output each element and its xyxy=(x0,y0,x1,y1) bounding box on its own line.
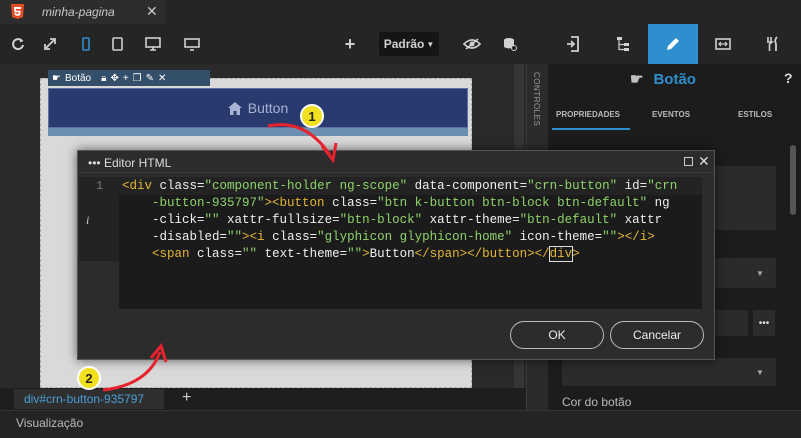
cancel-button[interactable]: Cancelar xyxy=(610,321,704,349)
database-icon[interactable] xyxy=(500,34,520,54)
mobile-view-icon[interactable] xyxy=(76,34,96,54)
right-panel-toolbar xyxy=(548,24,801,64)
panel-title: ☛ Botão xyxy=(630,70,696,89)
remove-component-icon[interactable]: ✕ xyxy=(158,73,166,84)
preview-button[interactable]: Button xyxy=(48,88,468,128)
html5-icon xyxy=(11,4,24,19)
html-editor-dialog: ••• Editor HTML ✕ 1 i <div class="compon… xyxy=(77,150,715,360)
hide-icon[interactable] xyxy=(462,34,482,54)
caret-down-icon: ▼ xyxy=(426,39,435,49)
lock-icon[interactable]: 🔒︎ xyxy=(101,73,106,84)
close-icon[interactable]: ✕ xyxy=(698,153,710,170)
main-toolbar: + Padrão ▼ xyxy=(0,24,548,64)
breadcrumb[interactable]: div#crn-button-935797 xyxy=(14,389,164,409)
refresh-icon[interactable] xyxy=(8,34,28,54)
caret-down-icon: ▼ xyxy=(756,368,764,377)
desktop-view-icon[interactable] xyxy=(143,34,163,54)
preview-button-label: Button xyxy=(247,100,289,116)
more-button[interactable]: ••• xyxy=(753,310,775,336)
viewport-select[interactable]: Padrão ▼ xyxy=(379,32,439,56)
dialog-title: ••• Editor HTML xyxy=(88,156,172,170)
dialog-header[interactable]: ••• Editor HTML ✕ xyxy=(78,151,714,173)
help-icon[interactable]: ? xyxy=(784,70,793,86)
hand-pointer-icon: ☛ xyxy=(630,71,644,88)
annotation-badge-1: 1 xyxy=(300,104,324,128)
line-number: 1 xyxy=(96,179,104,193)
code-text[interactable]: <div class="component-holder ng-scope" d… xyxy=(122,178,677,263)
status-bar xyxy=(0,410,801,438)
tab-eventos[interactable]: EVENTOS xyxy=(652,110,690,119)
widescreen-view-icon[interactable] xyxy=(182,34,202,54)
tab-minha-pagina[interactable]: minha-pagina ✕ xyxy=(0,0,165,24)
preview-label[interactable]: Visualização xyxy=(16,416,83,430)
add-component-icon[interactable]: + xyxy=(123,73,129,84)
login-icon[interactable] xyxy=(548,24,598,64)
tab-propriedades[interactable]: PROPRIEDADES xyxy=(556,110,620,119)
tab-title: minha-pagina xyxy=(42,5,115,19)
tree-icon[interactable] xyxy=(598,24,648,64)
active-tab-indicator xyxy=(552,128,630,130)
component-toolbar: ☛ Botão 🔒︎ ✥ + ❐ ✎ ✕ xyxy=(48,70,210,86)
caret-down-icon: ▼ xyxy=(756,269,764,278)
move-icon[interactable]: ✥ xyxy=(110,73,118,84)
tab-close-icon[interactable]: ✕ xyxy=(146,3,158,20)
preview-button-strip xyxy=(48,128,468,136)
tablet-view-icon[interactable] xyxy=(107,34,127,54)
select-field-2[interactable] xyxy=(562,358,776,386)
copy-icon[interactable]: ❐ xyxy=(133,73,142,84)
hand-pointer-icon: ☛ xyxy=(52,72,61,84)
panel-scrollbar[interactable] xyxy=(790,145,796,215)
component-bar-label: Botão xyxy=(64,72,92,84)
tools-icon[interactable] xyxy=(748,24,798,64)
add-icon[interactable]: + xyxy=(340,34,360,54)
panel-title-text: Botão xyxy=(653,70,696,88)
ok-button[interactable]: OK xyxy=(510,321,604,349)
button-color-label: Cor do botão xyxy=(562,395,632,409)
magic-icon[interactable]: ✎ xyxy=(146,73,154,84)
expand-icon[interactable] xyxy=(40,34,60,54)
edit-icon[interactable] xyxy=(648,24,698,64)
swap-icon[interactable] xyxy=(698,24,748,64)
add-breadcrumb-icon[interactable]: + xyxy=(182,389,191,407)
breadcrumb-path: div#crn-button-935797 xyxy=(24,392,145,406)
home-icon xyxy=(227,101,242,115)
controls-label: CONTROLES xyxy=(532,72,541,127)
tab-estilos[interactable]: ESTILOS xyxy=(738,110,772,119)
maximize-icon[interactable] xyxy=(684,157,693,166)
annotation-badge-2: 2 xyxy=(77,366,101,390)
viewport-select-value: Padrão xyxy=(383,37,425,51)
info-icon: i xyxy=(86,213,90,227)
